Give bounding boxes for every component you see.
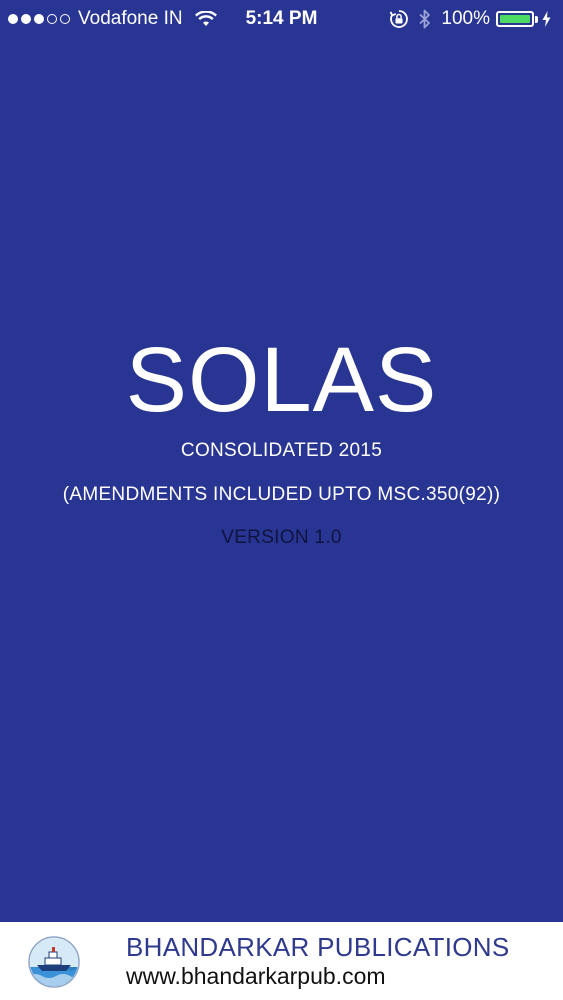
status-bar: Vodafone IN 5:14 PM 100% xyxy=(0,0,563,38)
wifi-icon xyxy=(194,11,217,27)
signal-dot xyxy=(47,14,57,24)
battery-body xyxy=(496,11,534,27)
version-text: VERSION 1.0 xyxy=(221,527,342,548)
signal-dots-icon xyxy=(8,14,70,24)
battery-fill xyxy=(500,15,530,23)
publisher-website: www.bhandarkarpub.com xyxy=(126,963,386,989)
signal-dot xyxy=(8,14,18,24)
signal-dot xyxy=(60,14,70,24)
status-bar-right: 100% xyxy=(389,8,551,30)
charging-bolt-icon xyxy=(542,11,551,27)
ship-logo-icon xyxy=(28,936,80,988)
signal-dot xyxy=(34,14,44,24)
publisher-name: BHANDARKAR PUBLICATIONS xyxy=(126,932,510,962)
orientation-lock-icon xyxy=(389,9,409,29)
battery-cap xyxy=(535,15,538,23)
status-bar-left: Vodafone IN xyxy=(8,8,233,30)
battery-icon xyxy=(496,11,538,27)
consolidated-edition-text: CONSOLIDATED 2015 xyxy=(180,440,383,461)
bluetooth-icon xyxy=(419,9,431,29)
battery-percentage: 100% xyxy=(441,8,490,29)
app-title: SOLAS xyxy=(125,329,438,431)
signal-dot xyxy=(21,14,31,24)
carrier-name: Vodafone IN xyxy=(78,8,183,29)
publisher-footer: BHANDARKAR PUBLICATIONS www.bhandarkarpu… xyxy=(0,922,563,1000)
amendments-text: (AMENDMENTS INCLUDED UPTO MSC.350(92)) xyxy=(62,484,501,505)
